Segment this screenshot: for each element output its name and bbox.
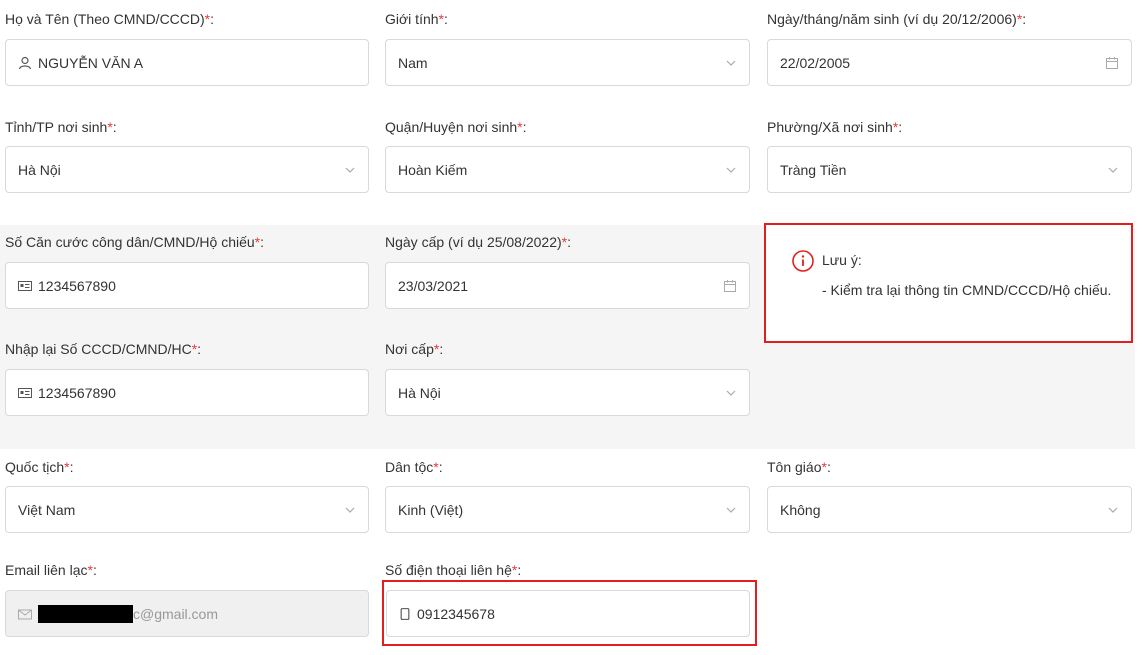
id-number-label: Số Căn cước công dân/CMND/Hộ chiếu*: xyxy=(5,234,265,250)
gender-label: Giới tính*: xyxy=(385,11,448,27)
phone-label: Số điện thoại liên hệ*: xyxy=(385,562,522,578)
notice-body: - Kiểm tra lại thông tin CMND/CCCD/Hộ ch… xyxy=(822,282,1112,298)
issue-place-value: Hà Nội xyxy=(398,384,441,401)
calendar-icon[interactable] xyxy=(723,279,737,293)
id-card-icon xyxy=(18,387,32,398)
fullname-label: Họ và Tên (Theo CMND/CCCD)*: xyxy=(5,11,215,27)
birth-province-value: Hà Nội xyxy=(18,161,61,178)
phone-icon xyxy=(400,607,410,620)
id-confirm-field[interactable]: 1234567890 xyxy=(5,369,369,416)
issue-date-value: 23/03/2021 xyxy=(398,277,469,294)
birth-district-value: Hoàn Kiếm xyxy=(398,161,468,178)
info-icon xyxy=(792,250,814,272)
nationality-label: Quốc tịch*: xyxy=(5,459,74,475)
birth-district-label: Quận/Huyện nơi sinh*: xyxy=(385,119,527,135)
nationality-select[interactable]: Việt Nam xyxy=(5,486,369,533)
user-icon xyxy=(18,56,32,69)
phone-value: 0912345678 xyxy=(417,605,495,622)
email-value: c@gmail.com xyxy=(133,605,219,622)
dob-field[interactable]: 22/02/2005 xyxy=(767,39,1132,86)
phone-field[interactable]: 0912345678 xyxy=(386,590,750,637)
issue-date-field[interactable]: 23/03/2021 xyxy=(385,262,750,309)
chevron-down-icon xyxy=(726,167,736,173)
chevron-down-icon xyxy=(726,60,736,66)
issue-place-label: Nơi cấp*: xyxy=(385,341,444,357)
religion-value: Không xyxy=(780,501,821,518)
email-field: c@gmail.com xyxy=(5,590,369,637)
notice-title: Lưu ý: xyxy=(822,252,862,268)
nationality-value: Việt Nam xyxy=(18,501,76,518)
chevron-down-icon xyxy=(1108,167,1118,173)
gender-value: Nam xyxy=(398,54,428,71)
calendar-icon[interactable] xyxy=(1105,56,1119,70)
id-card-icon xyxy=(18,280,32,291)
religion-label: Tôn giáo*: xyxy=(767,459,831,475)
dob-value: 22/02/2005 xyxy=(780,54,851,71)
fullname-value: NGUYỄN VĂN A xyxy=(38,54,144,71)
chevron-down-icon xyxy=(726,507,736,513)
email-label: Email liên lạc*: xyxy=(5,562,97,578)
birth-ward-select[interactable]: Tràng Tiền xyxy=(767,146,1132,193)
birth-district-select[interactable]: Hoàn Kiếm xyxy=(385,146,750,193)
notice-box: Lưu ý: - Kiểm tra lại thông tin CMND/CCC… xyxy=(764,223,1133,343)
gender-select[interactable]: Nam xyxy=(385,39,750,86)
birth-province-select[interactable]: Hà Nội xyxy=(5,146,369,193)
id-number-field[interactable]: 1234567890 xyxy=(5,262,369,309)
chevron-down-icon xyxy=(1108,507,1118,513)
fullname-field[interactable]: NGUYỄN VĂN A xyxy=(5,39,369,86)
chevron-down-icon xyxy=(345,167,355,173)
id-confirm-label: Nhập lại Số CCCD/CMND/HC*: xyxy=(5,341,202,357)
birth-province-label: Tỉnh/TP nơi sinh*: xyxy=(5,119,117,135)
mail-icon xyxy=(18,609,32,619)
ethnicity-select[interactable]: Kinh (Việt) xyxy=(385,486,750,533)
id-confirm-value: 1234567890 xyxy=(38,384,116,401)
ethnicity-label: Dân tộc*: xyxy=(385,459,443,475)
dob-label: Ngày/tháng/năm sinh (ví dụ 20/12/2006)*: xyxy=(767,11,1027,27)
religion-select[interactable]: Không xyxy=(767,486,1132,533)
issue-place-select[interactable]: Hà Nội xyxy=(385,369,750,416)
issue-date-label: Ngày cấp (ví dụ 25/08/2022)*: xyxy=(385,234,572,250)
id-number-value: 1234567890 xyxy=(38,277,116,294)
chevron-down-icon xyxy=(345,507,355,513)
chevron-down-icon xyxy=(726,390,736,396)
ethnicity-value: Kinh (Việt) xyxy=(398,501,464,518)
redaction-bar xyxy=(38,604,133,623)
birth-ward-label: Phường/Xã nơi sinh*: xyxy=(767,119,903,135)
birth-ward-value: Tràng Tiền xyxy=(780,161,847,178)
